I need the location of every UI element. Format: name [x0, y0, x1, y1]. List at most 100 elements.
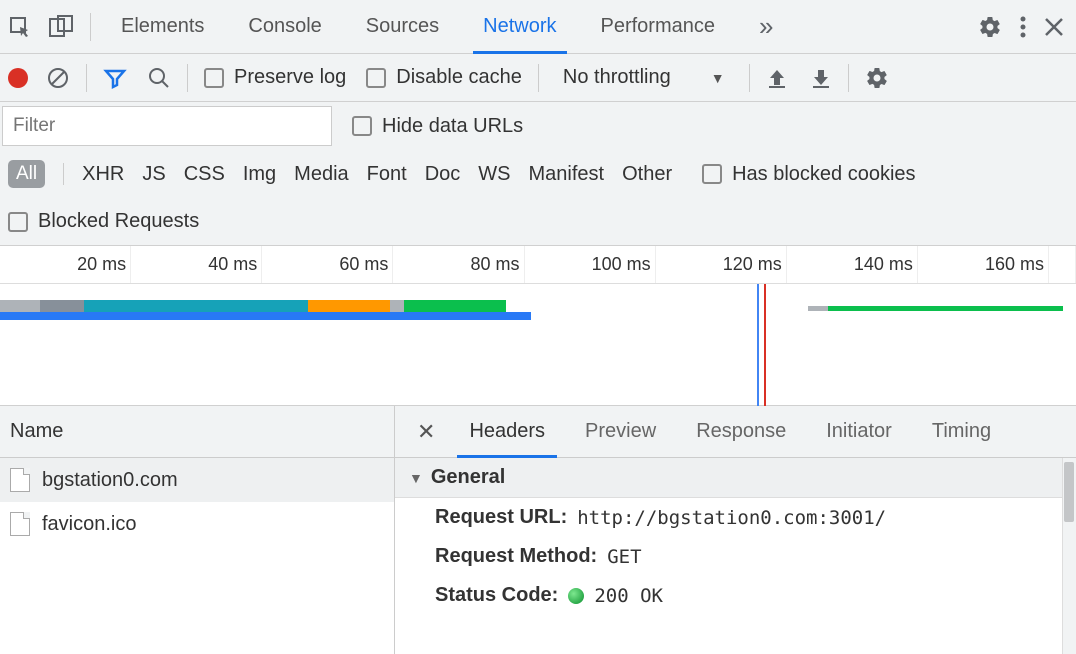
request-name: favicon.ico [42, 513, 137, 536]
kv-key: Request Method: [435, 545, 597, 568]
tick-label: 60 ms [339, 254, 388, 275]
tab-label: Network [483, 15, 556, 38]
checkbox-label-text: Disable cache [396, 66, 522, 89]
request-list-header[interactable]: Name [0, 406, 394, 458]
type-filter-all[interactable]: All [8, 160, 45, 188]
divider [63, 163, 64, 185]
request-row[interactable]: favicon.ico [0, 502, 394, 546]
tab-performance[interactable]: Performance [579, 0, 738, 53]
checkbox-label-text: Preserve log [234, 66, 346, 89]
type-filter-ws[interactable]: WS [478, 163, 510, 186]
inspect-element-icon[interactable] [8, 15, 32, 39]
tab-label: Response [696, 420, 786, 443]
scrollbar[interactable] [1062, 458, 1076, 654]
kebab-menu-icon[interactable] [1020, 15, 1026, 39]
status-dot-icon [568, 588, 584, 604]
search-icon[interactable] [147, 66, 171, 90]
load-marker [764, 284, 766, 406]
tick-label: 20 ms [77, 254, 126, 275]
status-code-row: Status Code: 200 OK [395, 576, 1076, 615]
chevron-down-icon: ▼ [711, 70, 725, 86]
blocked-requests-checkbox[interactable]: Blocked Requests [8, 210, 199, 233]
domcontentloaded-marker [757, 284, 759, 406]
type-filter-img[interactable]: Img [243, 163, 276, 186]
filter-icon[interactable] [103, 66, 127, 90]
tick-label: 160 ms [985, 254, 1044, 275]
tab-label: Headers [469, 420, 545, 443]
tab-label: Timing [932, 420, 991, 443]
divider [86, 64, 87, 92]
timeline-body [0, 284, 1076, 406]
checkbox-icon [352, 116, 372, 136]
kv-key: Request URL: [435, 506, 567, 529]
filter-input[interactable] [2, 106, 332, 146]
detail-tab-response[interactable]: Response [676, 406, 806, 457]
checkbox-label-text: Has blocked cookies [732, 163, 915, 186]
request-method-row: Request Method: GET [395, 537, 1076, 576]
general-section-header[interactable]: ▼ General [395, 458, 1076, 498]
detail-tab-headers[interactable]: Headers [449, 406, 565, 457]
close-icon[interactable]: ✕ [403, 419, 449, 445]
close-icon[interactable] [1044, 17, 1064, 37]
detail-tabs: ✕ Headers Preview Response Initiator Tim… [395, 406, 1076, 458]
tick-label: 40 ms [208, 254, 257, 275]
record-button[interactable] [8, 68, 28, 88]
type-filter-font[interactable]: Font [367, 163, 407, 186]
type-filter-row: All XHR JS CSS Img Media Font Doc WS Man… [0, 150, 1076, 198]
tab-network[interactable]: Network [461, 0, 578, 53]
detail-tab-timing[interactable]: Timing [912, 406, 1011, 457]
device-toolbar-icon[interactable] [48, 15, 74, 39]
devtools-tab-bar: Elements Console Sources Network Perform… [0, 0, 1076, 54]
blocked-requests-row: Blocked Requests [0, 198, 1076, 246]
upload-har-icon[interactable] [766, 67, 788, 89]
kv-value: 200 OK [594, 585, 663, 607]
type-filter-css[interactable]: CSS [184, 163, 225, 186]
has-blocked-cookies-checkbox[interactable]: Has blocked cookies [702, 163, 915, 186]
tab-label: Initiator [826, 420, 892, 443]
request-row[interactable]: bgstation0.com [0, 458, 394, 502]
tab-label: Performance [601, 15, 716, 38]
divider [90, 13, 91, 41]
tab-sources[interactable]: Sources [344, 0, 461, 53]
divider [538, 64, 539, 92]
document-icon [10, 468, 30, 492]
checkbox-icon [8, 212, 28, 232]
throttling-select[interactable]: No throttling ▼ [555, 66, 733, 89]
type-filter-media[interactable]: Media [294, 163, 348, 186]
type-filter-js[interactable]: JS [142, 163, 165, 186]
type-filter-xhr[interactable]: XHR [82, 163, 124, 186]
type-filter-manifest[interactable]: Manifest [528, 163, 604, 186]
checkbox-icon [702, 164, 722, 184]
clear-icon[interactable] [46, 66, 70, 90]
request-url-row: Request URL: http://bgstation0.com:3001/ [395, 498, 1076, 537]
detail-tab-initiator[interactable]: Initiator [806, 406, 912, 457]
divider [187, 64, 188, 92]
type-filter-other[interactable]: Other [622, 163, 672, 186]
detail-tab-preview[interactable]: Preview [565, 406, 676, 457]
gear-icon[interactable] [978, 15, 1002, 39]
detail-pane: ✕ Headers Preview Response Initiator Tim… [395, 406, 1076, 654]
tick-label: 100 ms [592, 254, 651, 275]
timeline-ruler: 20 ms 40 ms 60 ms 80 ms 100 ms 120 ms 14… [0, 246, 1076, 284]
kv-key: Status Code: [435, 584, 558, 607]
tab-label: Sources [366, 15, 439, 38]
divider [749, 64, 750, 92]
network-timeline[interactable]: 20 ms 40 ms 60 ms 80 ms 100 ms 120 ms 14… [0, 246, 1076, 406]
more-tabs-chevron-icon[interactable]: » [737, 0, 795, 53]
kv-value: GET [607, 546, 641, 568]
filter-row: Hide data URLs [0, 102, 1076, 150]
tab-elements[interactable]: Elements [99, 0, 226, 53]
hide-data-urls-checkbox[interactable]: Hide data URLs [352, 115, 523, 138]
tab-label: Preview [585, 420, 656, 443]
document-icon [10, 512, 30, 536]
preserve-log-checkbox[interactable]: Preserve log [204, 66, 346, 89]
type-filter-doc[interactable]: Doc [425, 163, 461, 186]
divider [848, 64, 849, 92]
kv-value: http://bgstation0.com:3001/ [577, 507, 886, 529]
gear-icon[interactable] [865, 66, 889, 90]
tab-console[interactable]: Console [226, 0, 343, 53]
disclosure-triangle-icon: ▼ [409, 470, 423, 486]
disable-cache-checkbox[interactable]: Disable cache [366, 66, 522, 89]
section-title: General [431, 466, 505, 489]
download-har-icon[interactable] [810, 67, 832, 89]
